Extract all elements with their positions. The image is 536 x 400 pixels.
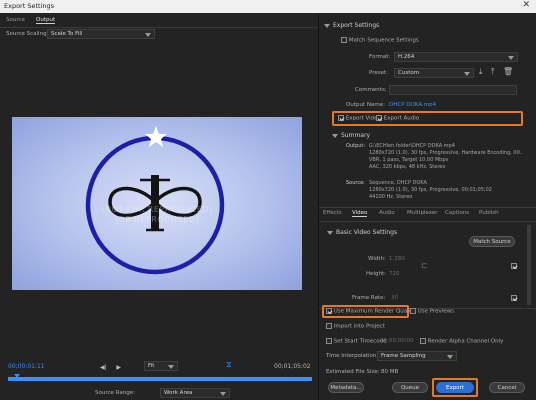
format-select[interactable]: H.264 [394, 52, 518, 62]
match-source-button[interactable]: Match Source [469, 236, 515, 247]
start-timecode-row[interactable]: Set Start Timecode [326, 338, 386, 345]
tab-video[interactable]: Video [352, 210, 368, 217]
import-project-checkbox[interactable] [326, 323, 332, 329]
source-scaling-label: Source Scaling: [6, 31, 49, 37]
summary-collapse-icon[interactable] [332, 134, 338, 138]
delete-preset-icon[interactable]: 🗑 [503, 67, 513, 76]
preset-select[interactable]: Custom [394, 68, 474, 78]
export-audio-row[interactable]: Export Audio [376, 115, 419, 122]
format-label: Format: [369, 54, 391, 60]
export-audio-checkbox[interactable] [376, 115, 382, 121]
source-range-select[interactable]: Work Area [160, 388, 230, 398]
height-label: Height: [366, 271, 387, 277]
tab-publish[interactable]: Publish [479, 210, 499, 216]
basic-video-header: Basic Video Settings [336, 229, 398, 236]
max-quality-checkbox[interactable] [326, 308, 332, 314]
timecode-start[interactable]: 00;00;01;11 [8, 363, 45, 370]
chevron-down-icon [168, 365, 174, 369]
render-alpha-row[interactable]: Render Alpha Channel Only [420, 338, 503, 345]
summary-output-lines: G:\ECHlen.folder\DHCP DOKA.mp4 1280x720 … [369, 143, 523, 170]
cancel-button[interactable]: Cancel [489, 382, 525, 393]
comments-label: Comments: [355, 87, 387, 93]
collapse-icon[interactable] [324, 24, 330, 28]
chevron-down-icon [464, 72, 470, 76]
estimated-size-value: 80 MB [381, 369, 399, 375]
playback-controls: ◀| ▶ [100, 364, 121, 371]
video-preview: (NOT FOR REPRODUCED) (OR REPRODUCED) [12, 117, 302, 290]
queue-button[interactable]: Queue [392, 382, 428, 393]
summary-source-label: Source: [346, 180, 365, 186]
preset-label: Preset: [369, 70, 389, 76]
step-back-icon[interactable]: ◀| [100, 364, 107, 371]
window-title: Export Settings [4, 2, 55, 10]
use-previews-row[interactable]: Use Previews [410, 308, 454, 315]
export-video-checkbox[interactable] [338, 115, 344, 121]
chevron-down-icon [145, 33, 151, 37]
width-label: Width: [368, 256, 386, 262]
frame-rate-value[interactable]: 30 [391, 295, 398, 301]
tab-effects[interactable]: Effects [323, 210, 342, 216]
chevron-down-icon [447, 355, 453, 359]
output-name-link[interactable]: DHCP DOKA.mp4 [389, 102, 436, 108]
frame-rate-override-checkbox[interactable] [511, 295, 517, 301]
export-settings-header: Export Settings [333, 22, 380, 29]
summary-header: Summary [341, 132, 370, 139]
summary-source-lines: Sequence, DHCP DOKA 1280x720 (1.0), 30 f… [369, 180, 492, 200]
render-alpha-checkbox[interactable] [420, 338, 426, 344]
match-sequence-row[interactable]: Match Sequence Settings [341, 37, 419, 44]
max-quality-row[interactable]: Use Maximum Render Quality [326, 308, 416, 315]
chevron-down-icon [508, 56, 514, 60]
tab-output[interactable]: Output [36, 17, 56, 24]
width-override-checkbox[interactable] [511, 263, 517, 269]
frame-rate-label: Frame Rate: [352, 295, 386, 301]
settings-tabs: Effects Video Audio Multiplexer Captions… [319, 208, 536, 220]
summary-output-label: Output: [346, 143, 366, 149]
metadata-button[interactable]: Metadata... [328, 382, 364, 393]
set-in-point-icon[interactable]: ⧖ [226, 360, 232, 370]
tab-captions[interactable]: Captions [445, 210, 469, 216]
time-interpolation-select[interactable]: Frame Sampling [377, 351, 457, 361]
close-icon[interactable]: ✕ [522, 0, 530, 10]
play-icon[interactable]: ▶ [116, 364, 121, 371]
chevron-down-icon [220, 392, 226, 396]
source-range-label: Source Range: [95, 390, 135, 396]
tab-source[interactable]: Source [6, 17, 25, 23]
import-project-row[interactable]: Import into Project [326, 323, 385, 330]
source-scaling-select[interactable]: Scale To Fill [47, 29, 155, 39]
output-name-label: Output Name: [346, 102, 385, 108]
height-value[interactable]: 720 [389, 271, 400, 277]
start-timecode-value[interactable]: 00;00;00;00 [380, 338, 414, 344]
estimated-size-label: Estimated File Size: [326, 369, 380, 375]
logo-graphic [85, 126, 225, 275]
watermark-text: (NOT FOR REPRODUCED) (OR REPRODUCED) [101, 205, 213, 224]
time-interpolation-label: Time Interpolation: [326, 353, 379, 359]
timecode-end: 00;01;05;02 [274, 363, 311, 370]
title-bar: Export Settings ✕ [0, 0, 536, 13]
start-timecode-checkbox[interactable] [326, 338, 332, 344]
comments-field[interactable] [389, 85, 517, 95]
import-preset-icon[interactable]: ⤒ [491, 67, 495, 77]
save-preset-icon[interactable]: ⤓ [479, 67, 483, 77]
timeline-track[interactable] [8, 374, 312, 381]
use-previews-checkbox[interactable] [410, 308, 416, 314]
video-collapse-icon[interactable] [327, 231, 333, 235]
export-video-row[interactable]: Export Video [338, 115, 381, 122]
left-panel: Source Output Source Scaling: Scale To F… [0, 13, 318, 400]
match-sequence-checkbox[interactable] [341, 37, 347, 43]
export-button[interactable]: Export [436, 382, 474, 393]
tab-audio[interactable]: Audio [379, 210, 395, 216]
right-panel: Export Settings Match Sequence Settings … [319, 13, 536, 400]
tab-multiplexer[interactable]: Multiplexer [407, 210, 437, 216]
scrollbar[interactable] [527, 225, 531, 305]
fit-select[interactable]: Fit [144, 361, 178, 371]
playhead[interactable] [14, 374, 21, 378]
width-value[interactable]: 1,280 [389, 256, 405, 262]
link-dimensions-icon[interactable]: ⊏ [421, 261, 428, 270]
